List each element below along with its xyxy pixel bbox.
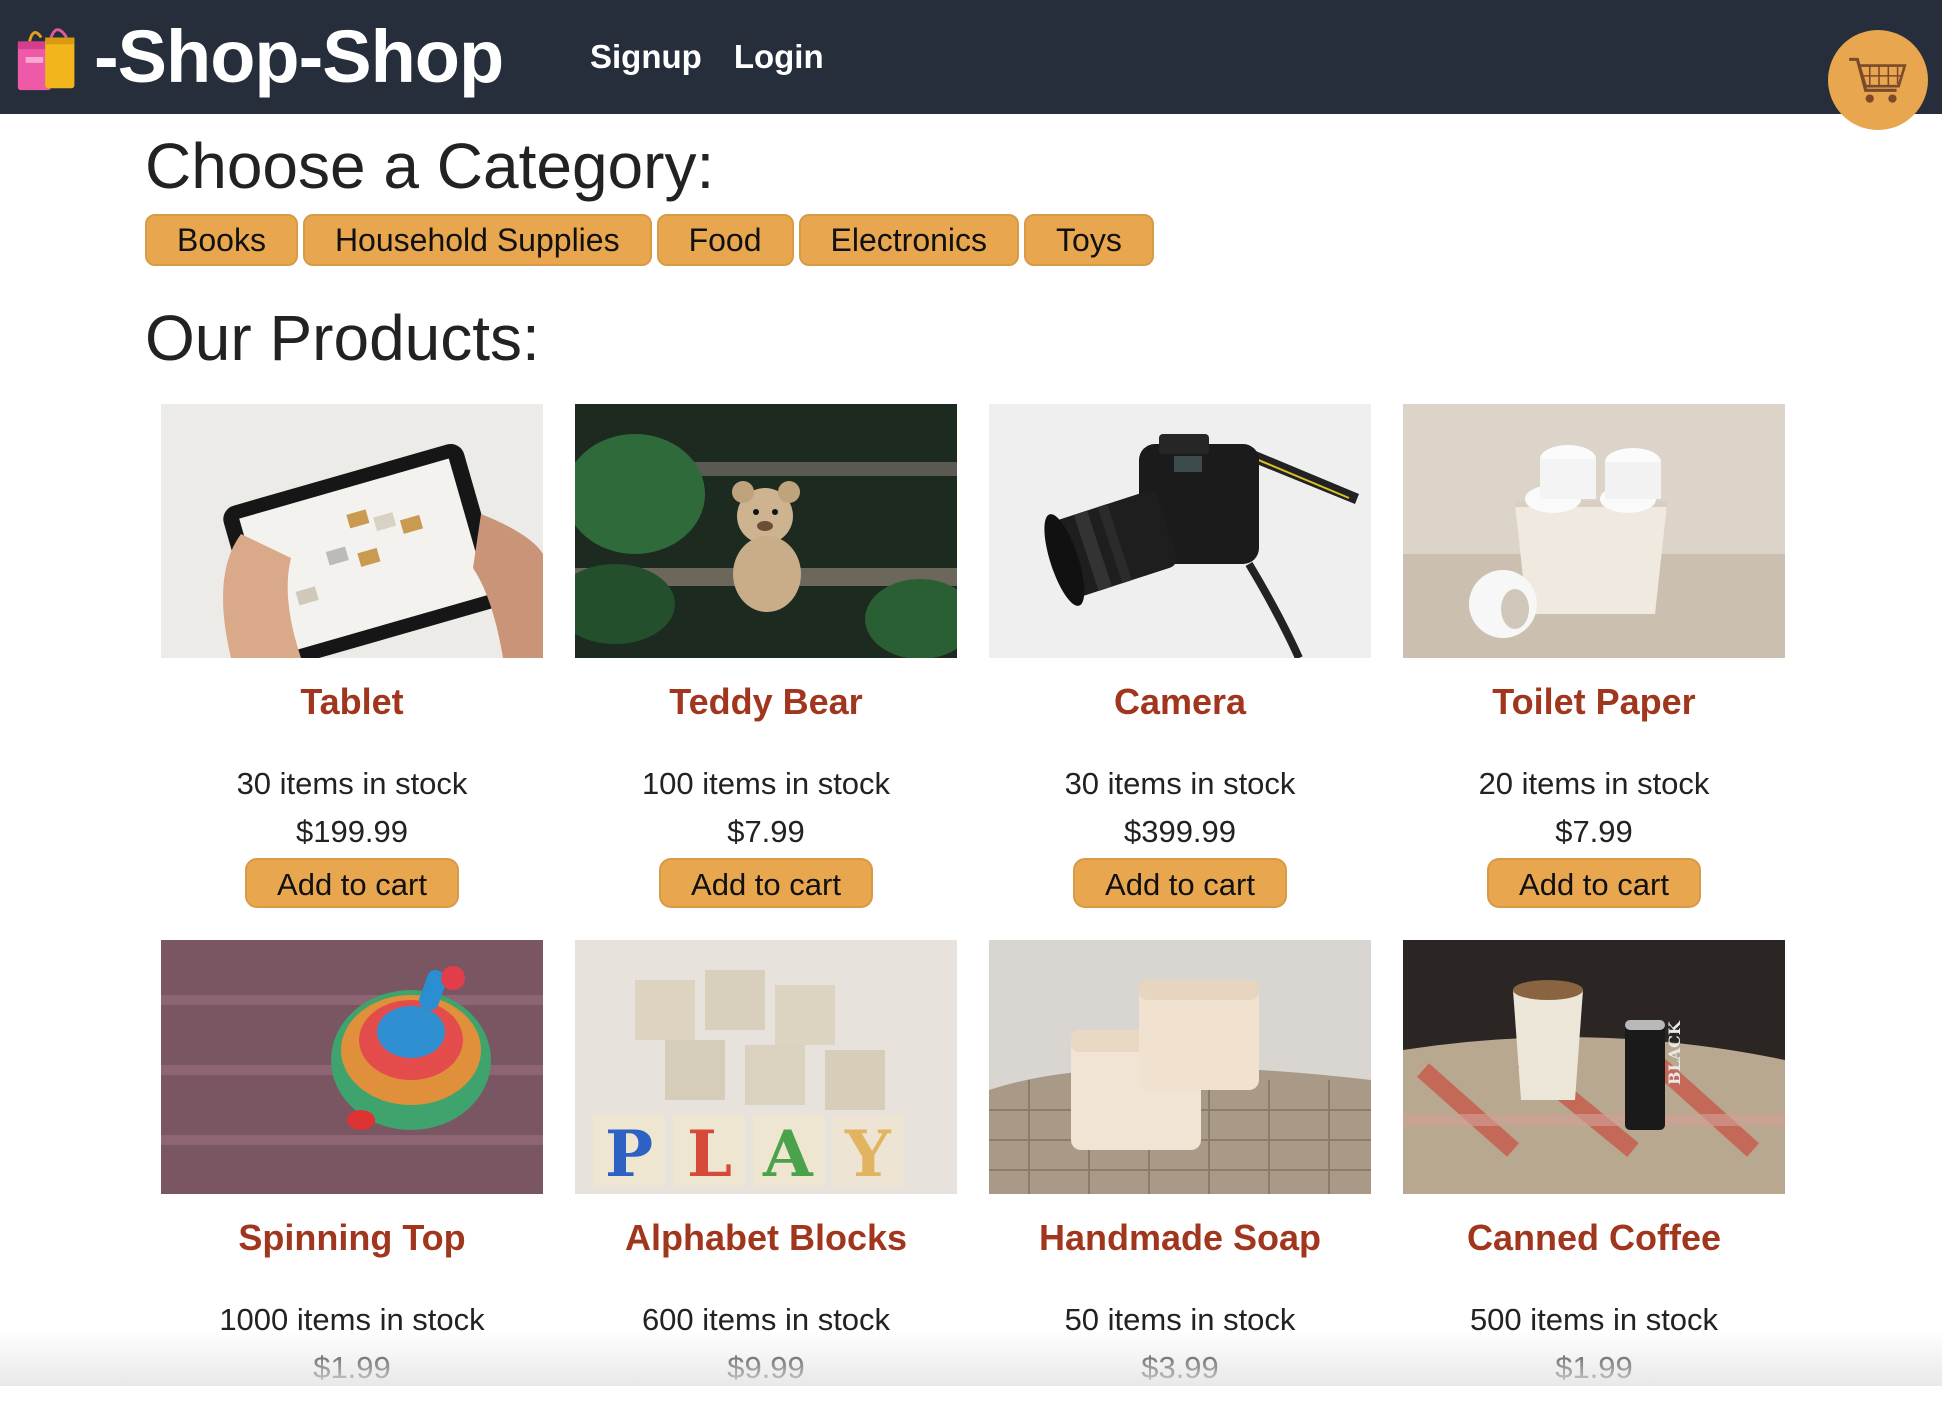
product-card: Spinning Top 1000 items in stock $1.99 [160,940,544,1388]
tablet-photo [161,404,543,658]
category-button-electronics[interactable]: Electronics [798,214,1020,266]
product-stock: 1000 items in stock [219,1302,485,1337]
product-stock: 30 items in stock [1064,766,1296,801]
soap-photo [989,940,1371,1194]
product-card: Handmade Soap 50 items in stock $3.99 [988,940,1372,1388]
product-image-teddy-bear[interactable] [575,404,957,658]
shopping-bags-icon [17,28,75,91]
product-image-canned-coffee[interactable]: BLACK [1403,940,1785,1194]
product-card: Teddy Bear 100 items in stock $7.99 Add … [574,404,958,908]
products-heading: Our Products: [145,302,540,374]
category-button-toys[interactable]: Toys [1024,214,1154,266]
product-price: $7.99 [727,814,805,849]
category-button-food[interactable]: Food [656,214,794,266]
product-card: Camera 30 items in stock $399.99 Add to … [988,404,1372,908]
product-name-link[interactable]: Alphabet Blocks [574,1216,958,1260]
product-price: $1.99 [1555,1350,1633,1385]
brand-title: -Shop-Shop [94,15,504,98]
product-card: P L A Y Alphabet Blocks 600 items in sto… [574,940,958,1388]
category-list: Books Household Supplies Food Electronic… [145,214,1154,266]
category-button-household-supplies[interactable]: Household Supplies [302,214,652,266]
svg-text:L: L [687,1117,732,1192]
teddy-bear-photo [575,404,957,658]
product-price: $199.99 [295,814,409,849]
add-to-cart-button[interactable]: Add to cart [245,858,459,908]
product-name-link[interactable]: Teddy Bear [574,680,958,724]
product-name-link[interactable]: Handmade Soap [988,1216,1372,1260]
add-to-cart-button[interactable]: Add to cart [1073,858,1287,908]
product-image-camera[interactable] [989,404,1371,658]
canned-coffee-photo: BLACK [1403,940,1785,1194]
product-image-toilet-paper[interactable] [1403,404,1785,658]
product-name-link[interactable]: Tablet [160,680,544,724]
brand[interactable]: -Shop-Shop [12,12,504,102]
shopping-cart-icon [1849,57,1907,103]
cart-button[interactable] [1828,30,1928,130]
product-name-link[interactable]: Toilet Paper [1402,680,1786,724]
product-name-link[interactable]: Spinning Top [160,1216,544,1260]
spinning-top-photo [161,940,543,1194]
signup-link[interactable]: Signup [590,34,702,80]
product-price: $1.99 [313,1350,391,1385]
product-stock: 500 items in stock [1469,1302,1719,1337]
product-image-handmade-soap[interactable] [989,940,1371,1194]
product-price: $3.99 [1141,1350,1219,1385]
main-nav: Signup Login [590,34,824,80]
svg-text:Y: Y [844,1117,892,1192]
add-to-cart-button[interactable]: Add to cart [1487,858,1701,908]
product-card: Tablet 30 items in stock $199.99 Add to … [160,404,544,908]
product-price: $9.99 [727,1350,805,1385]
svg-text:BLACK: BLACK [1665,1020,1684,1085]
toilet-paper-photo [1403,404,1785,658]
product-price: $7.99 [1555,814,1633,849]
product-stock: 600 items in stock [641,1302,891,1337]
product-stock: 20 items in stock [1478,766,1710,801]
product-name-link[interactable]: Camera [988,680,1372,724]
alphabet-blocks-photo: P L A Y [575,940,957,1194]
product-stock: 100 items in stock [641,766,891,801]
category-heading: Choose a Category: [145,130,715,202]
login-link[interactable]: Login [734,34,824,80]
product-grid: Tablet 30 items in stock $199.99 Add to … [160,404,1790,1404]
top-navbar: -Shop-Shop Signup Login [0,0,1942,130]
product-stock: 50 items in stock [1064,1302,1296,1337]
product-name-link[interactable]: Canned Coffee [1402,1216,1786,1260]
product-image-alphabet-blocks[interactable]: P L A Y [575,940,957,1194]
product-card: Toilet Paper 20 items in stock $7.99 Add… [1402,404,1786,908]
product-image-tablet[interactable] [161,404,543,658]
product-image-spinning-top[interactable] [161,940,543,1194]
product-stock: 30 items in stock [236,766,468,801]
product-price: $399.99 [1123,814,1237,849]
camera-photo [989,404,1371,658]
product-card: BLACK Canned Coffee 500 items in stock $… [1402,940,1786,1388]
svg-text:P: P [605,1117,653,1192]
category-button-books[interactable]: Books [145,214,298,266]
svg-text:A: A [762,1117,814,1192]
add-to-cart-button[interactable]: Add to cart [659,858,873,908]
